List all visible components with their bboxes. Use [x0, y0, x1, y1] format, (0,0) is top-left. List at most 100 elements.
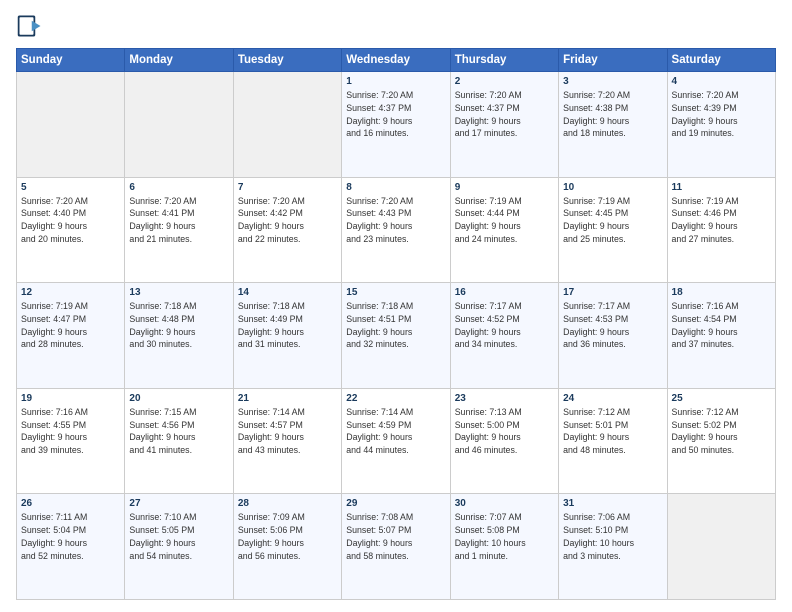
calendar-body: 1 Sunrise: 7:20 AM Sunset: 4:37 PM Daylig… [17, 72, 776, 600]
day-info: Sunrise: 7:20 AM Sunset: 4:37 PM Dayligh… [455, 89, 554, 140]
day-number: 20 [129, 393, 228, 404]
day-number: 29 [346, 498, 445, 509]
header [16, 12, 776, 40]
header-row: SundayMondayTuesdayWednesdayThursdayFrid… [17, 49, 776, 72]
day-number: 22 [346, 393, 445, 404]
day-cell: 15 Sunrise: 7:18 AM Sunset: 4:51 PM Dayli… [342, 283, 450, 389]
day-number: 16 [455, 287, 554, 298]
week-row-4: 19Sunrise: 7:16 AM Sunset: 4:55 PM Dayli… [17, 388, 776, 494]
day-info: Sunrise: 7:12 AM Sunset: 5:01 PM Dayligh… [563, 406, 662, 457]
day-info: Sunrise: 7:09 AM Sunset: 5:06 PM Dayligh… [238, 511, 337, 562]
day-number: 6 [129, 182, 228, 193]
day-cell: 4 Sunrise: 7:20 AM Sunset: 4:39 PM Daylig… [667, 72, 775, 178]
day-info: Sunrise: 7:19 AM Sunset: 4:46 PM Dayligh… [672, 195, 771, 246]
day-cell: 20 Sunrise: 7:15 AM Sunset: 4:56 PM Dayli… [125, 388, 233, 494]
day-info: Sunrise: 7:20 AM Sunset: 4:42 PM Dayligh… [238, 195, 337, 246]
day-info: Sunrise: 7:11 AM Sunset: 5:04 PM Dayligh… [21, 511, 120, 562]
day-number: 25 [672, 393, 771, 404]
day-cell: 24 Sunrise: 7:12 AM Sunset: 5:01 PM Dayli… [559, 388, 667, 494]
day-number: 9 [455, 182, 554, 193]
day-info: Sunrise: 7:15 AM Sunset: 4:56 PM Dayligh… [129, 406, 228, 457]
day-number: 10 [563, 182, 662, 193]
day-info: Sunrise: 7:14 AM Sunset: 4:59 PM Dayligh… [346, 406, 445, 457]
day-cell: 21 Sunrise: 7:14 AM Sunset: 4:57 PM Dayli… [233, 388, 341, 494]
week-row-2: 5 Sunrise: 7:20 AM Sunset: 4:40 PM Daylig… [17, 177, 776, 283]
day-number: 23 [455, 393, 554, 404]
day-info: Sunrise: 7:10 AM Sunset: 5:05 PM Dayligh… [129, 511, 228, 562]
day-header-friday: Friday [559, 49, 667, 72]
day-info: Sunrise: 7:18 AM Sunset: 4:48 PM Dayligh… [129, 300, 228, 351]
day-number: 4 [672, 76, 771, 87]
day-number: 28 [238, 498, 337, 509]
day-cell: 27 Sunrise: 7:10 AM Sunset: 5:05 PM Dayli… [125, 494, 233, 600]
day-info: Sunrise: 7:16 AM Sunset: 4:55 PM Dayligh… [21, 406, 120, 457]
day-cell: 13 Sunrise: 7:18 AM Sunset: 4:48 PM Dayli… [125, 283, 233, 389]
day-cell: 18 Sunrise: 7:16 AM Sunset: 4:54 PM Dayli… [667, 283, 775, 389]
day-cell: 12 Sunrise: 7:19 AM Sunset: 4:47 PM Dayli… [17, 283, 125, 389]
day-cell: 19Sunrise: 7:16 AM Sunset: 4:55 PM Dayli… [17, 388, 125, 494]
day-info: Sunrise: 7:20 AM Sunset: 4:37 PM Dayligh… [346, 89, 445, 140]
day-info: Sunrise: 7:12 AM Sunset: 5:02 PM Dayligh… [672, 406, 771, 457]
day-cell: 5 Sunrise: 7:20 AM Sunset: 4:40 PM Daylig… [17, 177, 125, 283]
day-number: 8 [346, 182, 445, 193]
day-cell: 10 Sunrise: 7:19 AM Sunset: 4:45 PM Dayli… [559, 177, 667, 283]
week-row-1: 1 Sunrise: 7:20 AM Sunset: 4:37 PM Daylig… [17, 72, 776, 178]
day-number: 2 [455, 76, 554, 87]
day-cell: 31 Sunrise: 7:06 AM Sunset: 5:10 PM Dayli… [559, 494, 667, 600]
day-info: Sunrise: 7:20 AM Sunset: 4:41 PM Dayligh… [129, 195, 228, 246]
day-header-monday: Monday [125, 49, 233, 72]
day-info: Sunrise: 7:20 AM Sunset: 4:39 PM Dayligh… [672, 89, 771, 140]
day-number: 27 [129, 498, 228, 509]
day-number: 5 [21, 182, 120, 193]
day-info: Sunrise: 7:19 AM Sunset: 4:45 PM Dayligh… [563, 195, 662, 246]
day-info: Sunrise: 7:16 AM Sunset: 4:54 PM Dayligh… [672, 300, 771, 351]
day-cell: 23 Sunrise: 7:13 AM Sunset: 5:00 PM Dayli… [450, 388, 558, 494]
day-cell [17, 72, 125, 178]
day-cell: 30Sunrise: 7:07 AM Sunset: 5:08 PM Dayli… [450, 494, 558, 600]
day-number: 24 [563, 393, 662, 404]
day-info: Sunrise: 7:08 AM Sunset: 5:07 PM Dayligh… [346, 511, 445, 562]
day-cell: 25 Sunrise: 7:12 AM Sunset: 5:02 PM Dayli… [667, 388, 775, 494]
day-cell: 22 Sunrise: 7:14 AM Sunset: 4:59 PM Dayli… [342, 388, 450, 494]
day-info: Sunrise: 7:06 AM Sunset: 5:10 PM Dayligh… [563, 511, 662, 562]
day-number: 13 [129, 287, 228, 298]
day-cell [233, 72, 341, 178]
day-number: 15 [346, 287, 445, 298]
day-info: Sunrise: 7:19 AM Sunset: 4:44 PM Dayligh… [455, 195, 554, 246]
day-number: 21 [238, 393, 337, 404]
day-cell [667, 494, 775, 600]
day-header-saturday: Saturday [667, 49, 775, 72]
calendar-header: SundayMondayTuesdayWednesdayThursdayFrid… [17, 49, 776, 72]
day-info: Sunrise: 7:20 AM Sunset: 4:43 PM Dayligh… [346, 195, 445, 246]
day-number: 7 [238, 182, 337, 193]
day-number: 31 [563, 498, 662, 509]
page: SundayMondayTuesdayWednesdayThursdayFrid… [0, 0, 792, 612]
day-info: Sunrise: 7:14 AM Sunset: 4:57 PM Dayligh… [238, 406, 337, 457]
day-cell: 9 Sunrise: 7:19 AM Sunset: 4:44 PM Daylig… [450, 177, 558, 283]
day-cell: 14Sunrise: 7:18 AM Sunset: 4:49 PM Dayli… [233, 283, 341, 389]
day-number: 26 [21, 498, 120, 509]
day-info: Sunrise: 7:17 AM Sunset: 4:53 PM Dayligh… [563, 300, 662, 351]
day-info: Sunrise: 7:20 AM Sunset: 4:38 PM Dayligh… [563, 89, 662, 140]
day-number: 12 [21, 287, 120, 298]
day-header-sunday: Sunday [17, 49, 125, 72]
day-number: 11 [672, 182, 771, 193]
day-info: Sunrise: 7:20 AM Sunset: 4:40 PM Dayligh… [21, 195, 120, 246]
day-info: Sunrise: 7:13 AM Sunset: 5:00 PM Dayligh… [455, 406, 554, 457]
day-number: 30 [455, 498, 554, 509]
day-header-wednesday: Wednesday [342, 49, 450, 72]
day-number: 18 [672, 287, 771, 298]
day-cell: 1 Sunrise: 7:20 AM Sunset: 4:37 PM Daylig… [342, 72, 450, 178]
day-header-thursday: Thursday [450, 49, 558, 72]
day-cell: 29 Sunrise: 7:08 AM Sunset: 5:07 PM Dayli… [342, 494, 450, 600]
logo [16, 12, 48, 40]
day-info: Sunrise: 7:19 AM Sunset: 4:47 PM Dayligh… [21, 300, 120, 351]
day-number: 1 [346, 76, 445, 87]
day-number: 17 [563, 287, 662, 298]
day-cell: 16 Sunrise: 7:17 AM Sunset: 4:52 PM Dayli… [450, 283, 558, 389]
day-cell: 3Sunrise: 7:20 AM Sunset: 4:38 PM Daylig… [559, 72, 667, 178]
day-info: Sunrise: 7:18 AM Sunset: 4:51 PM Dayligh… [346, 300, 445, 351]
week-row-3: 12 Sunrise: 7:19 AM Sunset: 4:47 PM Dayli… [17, 283, 776, 389]
day-cell: 8 Sunrise: 7:20 AM Sunset: 4:43 PM Daylig… [342, 177, 450, 283]
day-info: Sunrise: 7:17 AM Sunset: 4:52 PM Dayligh… [455, 300, 554, 351]
